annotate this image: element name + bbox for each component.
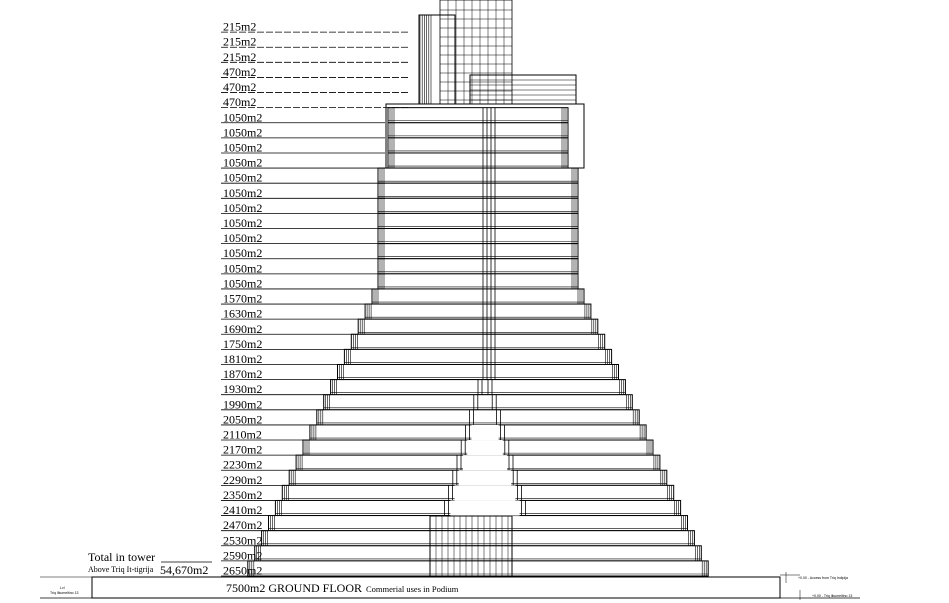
floor-area-label: 470m2 xyxy=(223,95,256,109)
floor-area-label: 1050m2 xyxy=(223,246,262,260)
floor-area-label: 1870m2 xyxy=(223,367,262,381)
floor-area-label: 1630m2 xyxy=(223,307,262,321)
floor-area-label: 470m2 xyxy=(223,65,256,79)
floor-area-label: 1930m2 xyxy=(223,382,262,396)
crown-frame xyxy=(439,0,513,105)
floor-area-label: 2650m2 xyxy=(223,564,262,578)
floor-area-label: 1050m2 xyxy=(223,201,262,215)
floor-area-label: 2530m2 xyxy=(223,533,262,547)
floor-area-label: 2410m2 xyxy=(223,503,262,517)
floor-area-label: 1690m2 xyxy=(223,322,262,336)
mid-tower-block xyxy=(469,74,577,105)
floor-area-label: 1750m2 xyxy=(223,337,262,351)
floor-area-label: 1050m2 xyxy=(223,231,262,245)
floor-area-label: 1050m2 xyxy=(223,125,262,139)
floor-area-label: 1050m2 xyxy=(223,110,262,124)
floor-area-label: 1570m2 xyxy=(223,292,262,306)
floor-area-label: 2110m2 xyxy=(223,428,262,442)
floor-area-label: 1050m2 xyxy=(223,171,262,185)
floor-area-label: 215m2 xyxy=(223,35,256,49)
floor-area-label: 470m2 xyxy=(223,80,256,94)
left-level-note: Lvl xyxy=(60,586,65,590)
floor-area-label: 215m2 xyxy=(223,20,256,34)
floor-area-label: 2590m2 xyxy=(223,548,262,562)
floor-area-label: 2470m2 xyxy=(223,518,262,532)
core-void xyxy=(471,424,499,441)
floor-area-label: 1050m2 xyxy=(223,276,262,290)
ground-floor-area: 7500m2 GROUND FLOOR xyxy=(226,581,362,595)
tower-elevation-drawing: 215m2215m2215m2470m2470m2470m21050m21050… xyxy=(40,0,860,600)
total-title: Total in tower xyxy=(88,550,155,564)
floor-area-label: 2290m2 xyxy=(223,473,262,487)
core-void xyxy=(467,440,503,456)
floor-area-label: 215m2 xyxy=(223,50,256,64)
floor-area-label: 2050m2 xyxy=(223,412,262,426)
core-void xyxy=(463,455,507,471)
core-void xyxy=(454,485,516,501)
right-street-note: +0.00 - Triq Ilkumeltino 13 xyxy=(812,594,852,598)
total-subtitle: Above Triq It-tigrija xyxy=(88,565,154,574)
floor-area-label: 1050m2 xyxy=(223,140,262,154)
floor-area-label: 1810m2 xyxy=(223,352,262,366)
floor-area-label: 1050m2 xyxy=(223,186,262,200)
core-void xyxy=(450,500,520,516)
floor-area-label: 2350m2 xyxy=(223,488,262,502)
total-value: 54,670m2 xyxy=(160,563,208,577)
core-void xyxy=(458,470,512,486)
left-street-note: Triq Ilkumeltino 13 xyxy=(50,591,79,595)
floor-area-label: 1990m2 xyxy=(223,397,262,411)
ground-floor-note: Commerial uses in Podium xyxy=(366,584,459,594)
floor-area-label: 2230m2 xyxy=(223,458,262,472)
floor-area-label: 2170m2 xyxy=(223,443,262,457)
floor-area-label: 1050m2 xyxy=(223,216,262,230)
right-access-note: +0.00 - Access from Triq Indipija xyxy=(798,576,848,580)
floor-area-label: 1050m2 xyxy=(223,156,262,170)
floor-area-label: 1050m2 xyxy=(223,261,262,275)
